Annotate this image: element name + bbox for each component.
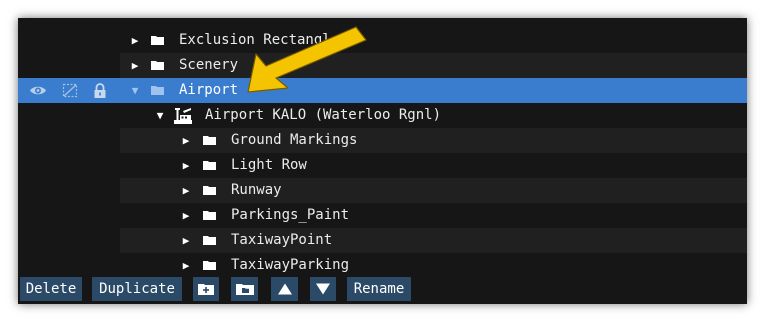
callout-arrow (247, 26, 367, 93)
